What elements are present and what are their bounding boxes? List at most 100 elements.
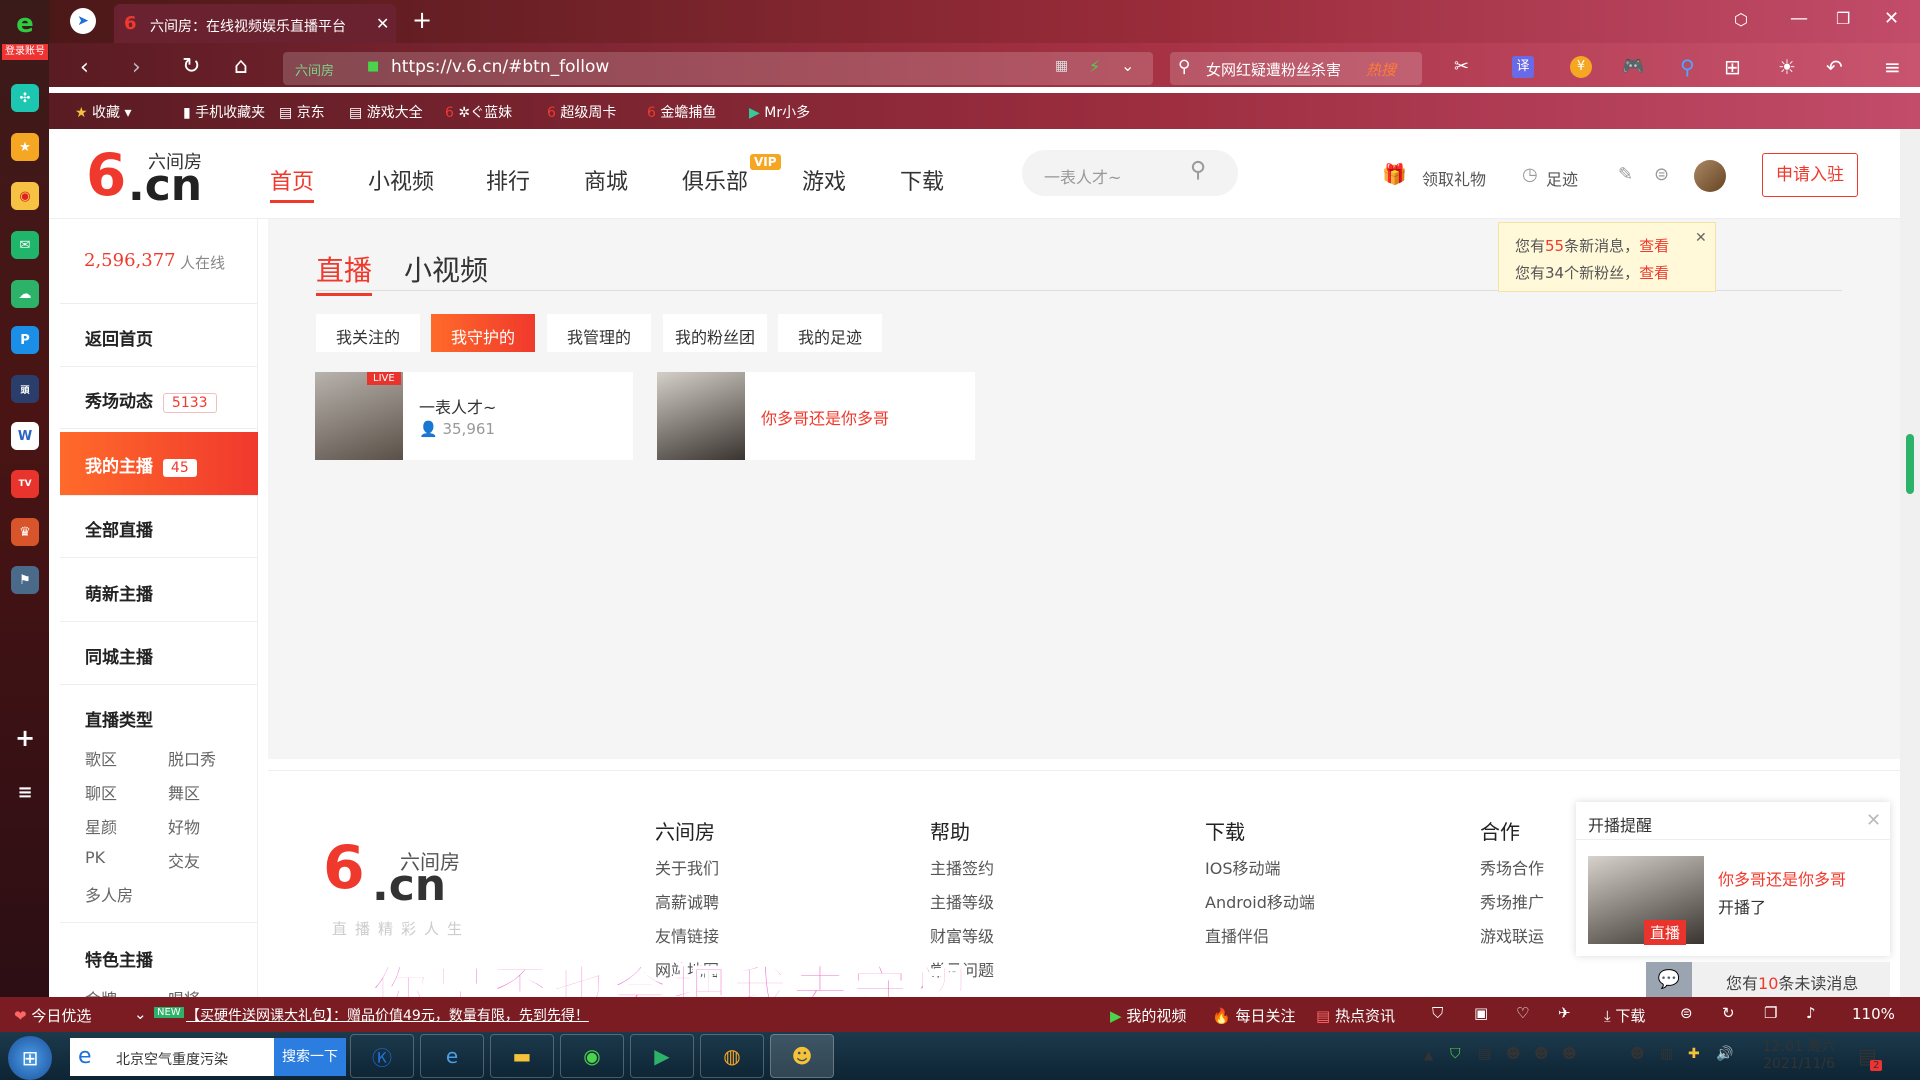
hot-news-link[interactable]: ▤ 热点资讯 <box>1316 1005 1395 1026</box>
add-icon[interactable]: + <box>11 724 39 752</box>
nav-mall[interactable]: 商城 <box>584 164 628 196</box>
search-icon[interactable]: ⚲ <box>1190 158 1206 183</box>
coin-icon[interactable]: ¥ <box>1570 56 1592 78</box>
tab-close-icon[interactable]: ✕ <box>376 14 389 33</box>
subtab-following[interactable]: 我关注的 <box>316 314 420 352</box>
subtab-footprint[interactable]: 我的足迹 <box>778 314 882 352</box>
nav-download[interactable]: 下载 <box>900 164 944 196</box>
qq-icon[interactable]: ☻ <box>1562 1046 1577 1062</box>
mail-icon[interactable]: ✉ <box>11 231 39 259</box>
anchor-card[interactable]: 你多哥还是你多哥 <box>657 372 975 460</box>
popup-anchor-name[interactable]: 你多哥还是你多哥 <box>1718 866 1846 890</box>
image-icon[interactable]: ▣ <box>1474 1004 1488 1022</box>
footer-link[interactable]: 秀场合作 <box>1480 855 1544 879</box>
search-tool-icon[interactable]: ⚲ <box>1680 55 1695 79</box>
subtab-guarding[interactable]: 我守护的 <box>431 314 535 352</box>
edit-icon[interactable]: ✎ <box>1618 164 1633 185</box>
footer-link[interactable]: 主播等级 <box>930 889 994 913</box>
ie-icon[interactable]: e <box>420 1034 484 1078</box>
folder-icon[interactable]: ▬ <box>490 1034 554 1078</box>
subtab-fanclub[interactable]: 我的粉丝团 <box>663 314 767 352</box>
download-link[interactable]: ⤓ 下载 <box>1604 1005 1645 1026</box>
view-fans-link[interactable]: 查看 <box>1639 264 1669 282</box>
footer-link[interactable]: 直播伴侣 <box>1205 923 1269 947</box>
gamepad-icon[interactable]: 🎮 <box>1622 56 1644 77</box>
category-goods[interactable]: 好物 <box>168 814 200 838</box>
footer-link[interactable]: 友情链接 <box>655 923 719 947</box>
tab-live[interactable]: 直播 <box>316 249 373 296</box>
bookmark-lanmei[interactable]: 6 ✲ぐ蓝妹 <box>445 102 512 122</box>
home-icon[interactable]: ⌂ <box>234 54 248 79</box>
nav-home[interactable]: 首页 <box>270 164 315 203</box>
sound-icon[interactable]: ♪ <box>1806 1004 1816 1022</box>
player-icon[interactable]: ▶ <box>630 1034 694 1078</box>
nav-games[interactable]: 游戏 <box>802 164 846 196</box>
minimize-icon[interactable]: — <box>1790 8 1808 29</box>
browser-tab[interactable]: 6 六间房：在线视频娱乐直播平台 ✕ <box>114 4 396 43</box>
chevron-down-icon[interactable]: ⌄ <box>1121 56 1134 75</box>
bookmark-favorites[interactable]: ★ 收藏 ▾ <box>75 102 132 122</box>
news-ticker[interactable]: 【买硬件送网课大礼包】：赠品价值49元，数量有限，先到先得！ <box>186 1005 589 1025</box>
tray-app-icon[interactable]: ✚ <box>1688 1046 1700 1062</box>
page-scrollbar[interactable] <box>1900 129 1920 997</box>
footer-link[interactable]: 关于我们 <box>655 855 719 879</box>
kugou-icon[interactable]: Ⓚ <box>350 1034 414 1078</box>
anchor-name[interactable]: 你多哥还是你多哥 <box>761 405 889 429</box>
footer-link[interactable]: 财富等级 <box>930 923 994 947</box>
qr-icon[interactable]: ▦ <box>1055 58 1068 74</box>
bookmark-mrxiaoduo[interactable]: ▶ Mr小多 <box>749 102 810 122</box>
speed-icon[interactable]: ⚡ <box>1089 57 1100 76</box>
category-multiroom[interactable]: 多人房 <box>85 882 133 906</box>
6cn-app-icon[interactable]: ☻ <box>770 1034 834 1078</box>
weibo-icon[interactable]: ◉ <box>11 182 39 210</box>
volume-icon[interactable]: 🔊 <box>1716 1046 1733 1062</box>
footer-link[interactable]: IOS移动端 <box>1205 855 1280 879</box>
menu-icon[interactable]: ≡ <box>1884 55 1901 79</box>
forward-icon[interactable]: › <box>132 55 141 80</box>
category-singing[interactable]: 歌区 <box>85 746 117 770</box>
heart-icon[interactable]: ♡ <box>1516 1004 1529 1022</box>
site-logo[interactable]: 6 <box>86 146 126 204</box>
apply-button[interactable]: 申请入驻 <box>1762 153 1858 197</box>
footer-link[interactable]: Android移动端 <box>1205 889 1315 913</box>
clock[interactable]: 12:01 周六 2021/11/6 <box>1756 1036 1842 1072</box>
chrome-icon[interactable]: ◍ <box>700 1034 764 1078</box>
tab-shortvideo[interactable]: 小视频 <box>404 249 488 289</box>
login-button[interactable]: 登录账号 <box>2 44 48 60</box>
category-pk[interactable]: PK <box>85 848 105 867</box>
category-chat[interactable]: 聊区 <box>85 780 117 804</box>
bookmark-mobile[interactable]: ▮ 手机收藏夹 <box>183 102 265 122</box>
pubg-icon[interactable]: ⚑ <box>11 566 39 594</box>
news-icon[interactable]: 頭 <box>11 375 39 403</box>
qq-icon[interactable]: ☻ <box>1506 1046 1521 1062</box>
browser-logo-icon[interactable]: ➤ <box>70 8 96 34</box>
taskbar-search-input[interactable]: e 北京空气重度污染 <box>70 1038 274 1076</box>
rocket-icon[interactable]: ✈ <box>1558 1004 1571 1022</box>
translate-button[interactable]: 译 <box>1512 56 1534 78</box>
close-icon[interactable]: ✕ <box>1695 225 1707 252</box>
tray-expand-icon[interactable]: ▲ <box>1424 1048 1433 1062</box>
bookmark-jd[interactable]: ▤ 京东 <box>279 102 325 122</box>
chevron-down-icon[interactable]: ⌄ <box>134 1005 147 1023</box>
footer-link[interactable]: 秀场推广 <box>1480 889 1544 913</box>
my-video-link[interactable]: ▶ 我的视频 <box>1110 1005 1186 1026</box>
sidebar-item-local-anchors[interactable]: 同城主播 <box>60 623 258 685</box>
skin-icon[interactable]: ⬡ <box>1734 10 1748 29</box>
back-icon[interactable]: ‹ <box>80 55 89 80</box>
sidebar-item-all-live[interactable]: 全部直播 <box>60 496 258 558</box>
browser-search-box[interactable]: ⚲ 女网红疑遭粉丝杀害 热搜 <box>1170 52 1422 85</box>
tv-app-icon[interactable]: TV <box>11 470 39 498</box>
ie-logo-icon[interactable]: e <box>11 9 39 39</box>
featured-singer[interactable]: 唱将 <box>168 986 200 997</box>
featured-gold[interactable]: 金牌 <box>85 986 117 997</box>
sync-icon[interactable]: ↻ <box>1722 1004 1735 1022</box>
sidebar-item-new-anchors[interactable]: 萌新主播 <box>60 560 258 622</box>
word-icon[interactable]: W <box>11 422 39 450</box>
zoom-level[interactable]: 110% <box>1852 1005 1895 1023</box>
sidebar-item-my-anchors[interactable]: 我的主播 45 <box>60 432 258 496</box>
bookmark-games[interactable]: ▤ 游戏大全 <box>349 102 423 122</box>
anchor-name[interactable]: 一表人才~ <box>419 394 496 418</box>
bookmark-weekcard[interactable]: 6 超级周卡 <box>547 102 616 122</box>
start-button[interactable]: ⊞ <box>8 1036 52 1080</box>
cloud-icon[interactable]: ☁ <box>11 280 39 308</box>
